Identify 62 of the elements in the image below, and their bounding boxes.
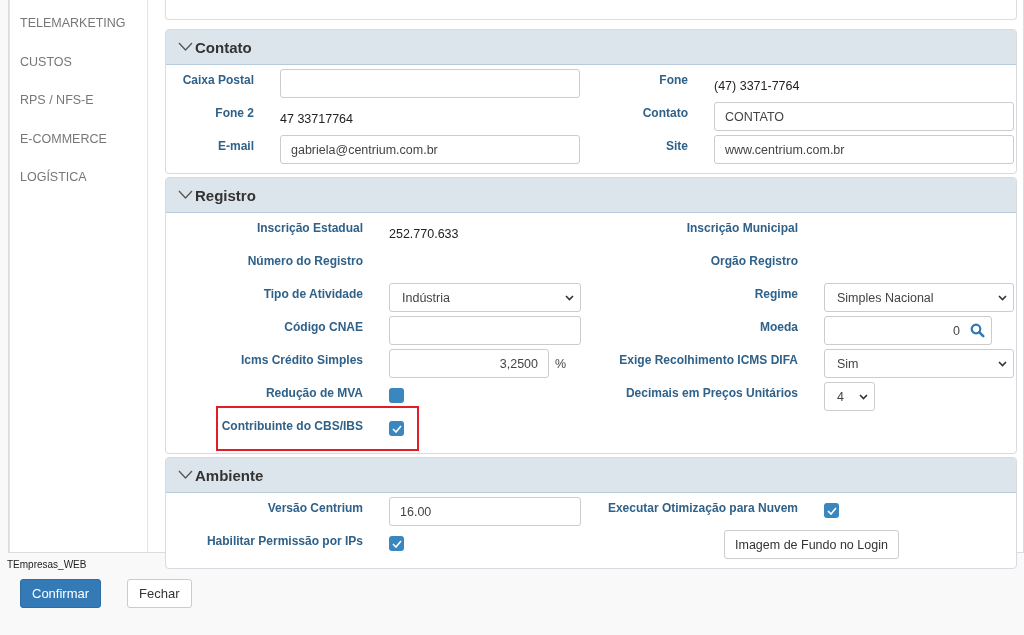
chevron-icon[interactable] — [178, 42, 193, 52]
sidebar-item[interactable]: RPS / NFS-E — [10, 91, 147, 125]
checkbox[interactable] — [389, 421, 404, 436]
field-label: Decimais em Preços Unitários — [625, 386, 798, 400]
field-label: Contato — [642, 106, 688, 120]
caret-icon — [998, 360, 1007, 367]
text-field[interactable]: 16.00 — [389, 497, 581, 526]
search-icon[interactable] — [970, 323, 985, 338]
number-field[interactable]: 3,2500 — [389, 349, 549, 378]
sidebar-item[interactable]: TELEMARKETING — [10, 14, 147, 48]
field-label: Redução de MVA — [265, 386, 363, 400]
field-label: Exige Recolhimento ICMS DIFA — [619, 353, 798, 367]
field-label: Regime — [754, 287, 798, 301]
field-label: Número do Registro — [247, 254, 363, 268]
field-value: 252.770.633 — [389, 226, 459, 241]
checkbox[interactable] — [389, 536, 404, 551]
chevron-icon[interactable] — [178, 190, 193, 200]
close-button[interactable]: Fechar — [127, 579, 192, 608]
section-header[interactable]: Ambiente — [166, 458, 1016, 493]
text-field[interactable]: CONTATO — [714, 102, 1014, 131]
dropdown[interactable]: Sim — [824, 349, 1014, 378]
field-label: Contribuinte do CBS/IBS — [221, 419, 363, 433]
text-field[interactable] — [280, 69, 580, 98]
field-label: Habilitar Permissão por IPs — [206, 534, 363, 548]
field-label: Orgão Registro — [710, 254, 798, 268]
background-image-button[interactable]: Imagem de Fundo no Login — [724, 530, 899, 559]
unit-label: % — [555, 356, 567, 371]
field-value: (47) 3371-7764 — [714, 78, 800, 93]
section-header[interactable]: Contato — [166, 30, 1016, 65]
caret-icon — [859, 393, 868, 400]
text-field[interactable]: www.centrium.com.br — [714, 135, 1014, 164]
field-label: Fone 2 — [215, 106, 254, 120]
text-field[interactable] — [389, 316, 581, 345]
section-header[interactable]: Registro — [166, 178, 1016, 213]
dropdown[interactable]: 4 — [824, 382, 875, 411]
field-label: Versão Centrium — [267, 501, 363, 515]
field-label: Inscrição Municipal — [686, 221, 798, 235]
dropdown[interactable]: Indústria — [389, 283, 581, 312]
checkbox[interactable] — [824, 503, 839, 518]
checkbox[interactable] — [389, 388, 404, 403]
lookup-field[interactable]: 0 — [824, 316, 992, 345]
field-label: Executar Otimização para Nuvem — [607, 501, 798, 515]
field-label: Inscrição Estadual — [256, 221, 363, 235]
text-field[interactable]: gabriela@centrium.com.br — [280, 135, 580, 164]
field-label: Caixa Postal — [182, 73, 254, 87]
field-value: 47 33717764 — [280, 111, 353, 126]
field-label: Código CNAE — [284, 320, 363, 334]
field-label: Fone — [659, 73, 688, 87]
chevron-icon[interactable] — [178, 470, 193, 480]
field-label: E-mail — [218, 139, 254, 153]
form-name: TEmpresas_WEB — [6, 558, 88, 571]
field-label: Site — [666, 139, 688, 153]
field-label: Tipo de Atividade — [263, 287, 363, 301]
caret-icon — [998, 294, 1007, 301]
sidebar-item[interactable]: E-COMMERCE — [10, 129, 147, 164]
caret-icon — [565, 294, 574, 301]
field-label: Moeda — [760, 320, 798, 334]
field-label: Icms Crédito Simples — [240, 353, 363, 367]
sidebar-item[interactable]: CUSTOS — [10, 52, 147, 87]
confirm-button[interactable]: Confirmar — [20, 579, 102, 608]
sidebar-item[interactable]: LOGÍSTICA — [10, 168, 147, 202]
dropdown[interactable]: Simples Nacional — [824, 283, 1014, 312]
